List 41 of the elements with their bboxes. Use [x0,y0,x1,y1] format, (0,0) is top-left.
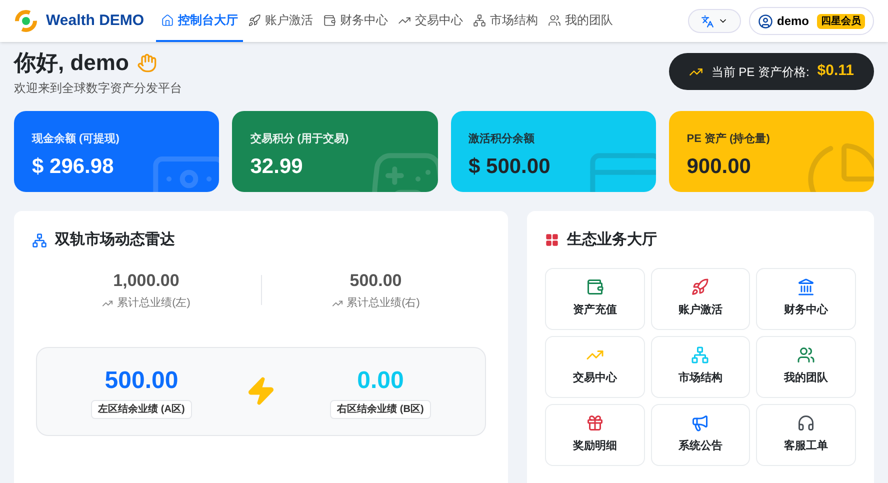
service-tile[interactable]: 账户激活 [650,268,750,330]
stat-value: 32.99 [250,154,304,180]
stat-label: 交易积分 (用于交易) [250,132,350,147]
greeting-title: 你好, demo [14,49,129,77]
price-label: 当前 PE 资产价格: [711,64,810,80]
nav-tab[interactable]: 财务中心 [318,0,394,42]
stat-label: PE 资产 (持仓量) [686,132,771,147]
panel-title: 生态业务大厅 [567,230,657,250]
balance-label: 右区结余业绩 (B区) [330,400,431,419]
stat-value: $ 500.00 [468,154,552,180]
nav-tab[interactable]: 账户激活 [243,0,318,42]
service-tile[interactable]: 财务中心 [756,268,856,330]
total-value: 500.00 [350,270,402,292]
service-tile[interactable]: 客服工单 [756,404,856,466]
service-tile[interactable]: 市场结构 [650,336,750,398]
total-value: 1,000.00 [113,270,180,292]
stat-value: $ 296.98 [32,154,115,180]
service-tile[interactable]: 我的团队 [756,336,856,398]
stat-value: 900.00 [686,154,752,180]
user-name: demo [776,13,809,30]
nav-tab[interactable]: 市场结构 [468,0,544,42]
service-tile[interactable]: 奖励明细 [545,404,645,466]
brand-name: Wealth DEMO [46,10,144,31]
nav-tab[interactable]: 我的团队 [543,0,618,42]
service-tile[interactable]: 资产充值 [545,268,645,330]
total-label: 累计总业绩(左) [117,296,190,311]
nav-tab[interactable]: 交易中心 [393,0,468,42]
member-badge: 四星会员 [817,14,865,28]
greeting-subtitle: 欢迎来到全球数字资产分发平台 [14,80,182,97]
nav-tab[interactable]: 控制台大厅 [156,0,244,42]
service-tile[interactable]: 系统公告 [650,404,750,466]
balance-value: 500.00 [104,366,178,396]
stat-label: 现金余额 (可提现) [32,132,120,147]
price-value: $0.11 [817,61,854,82]
panel-title: 双轨市场动态雷达 [55,230,175,250]
service-tile[interactable]: 交易中心 [545,336,645,398]
total-label: 累计总业绩(右) [346,296,420,311]
balance-value: 0.00 [357,366,404,396]
user-menu-button[interactable]: demo 四星会员 [748,7,874,35]
stat-label: 激活积分余额 [468,132,536,147]
balance-label: 左区结余业绩 (A区) [91,400,192,419]
